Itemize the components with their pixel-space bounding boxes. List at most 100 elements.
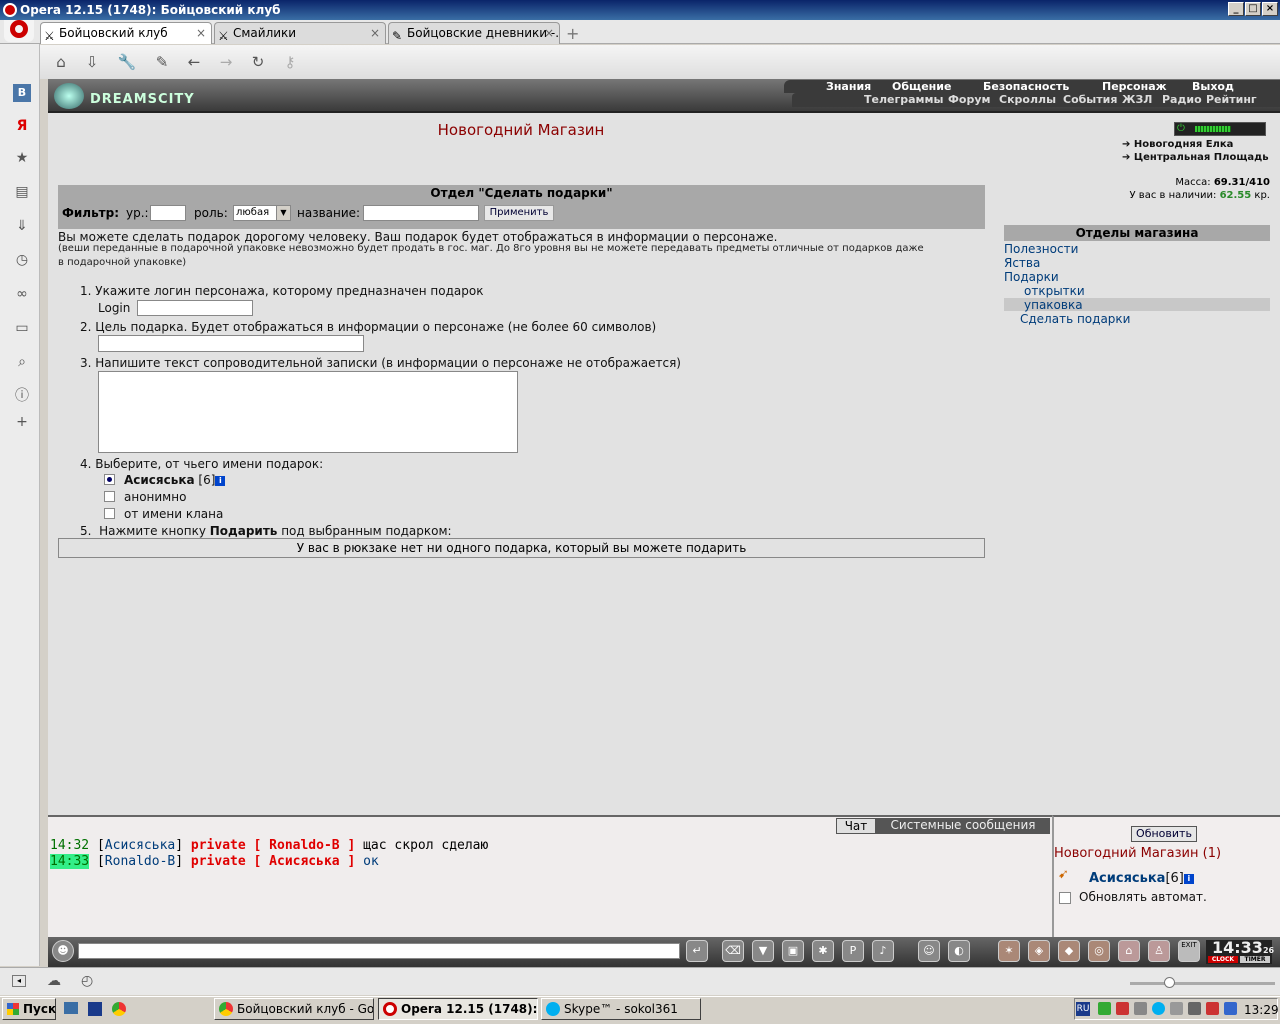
role-select[interactable]: любая ▼ <box>233 205 291 221</box>
people-icon[interactable]: ♙ <box>1148 940 1170 962</box>
antivirus-icon[interactable] <box>1206 1002 1219 1015</box>
chat-private-tag[interactable]: private [ Асисяська ] <box>191 854 355 869</box>
info-icon[interactable]: i <box>1183 873 1194 884</box>
room-user-name[interactable]: Асисяська <box>1089 871 1165 886</box>
dept-make-gifts[interactable]: Сделать подарки <box>1020 312 1130 326</box>
taskbar-opera[interactable]: Opera 12.15 (1748): Б... <box>378 998 538 1020</box>
dept-packaging[interactable]: упаковка <box>1024 298 1083 312</box>
sender-clan-radio[interactable] <box>104 508 115 519</box>
maximize-button[interactable]: □ <box>1245 2 1261 16</box>
desktop-icon[interactable] <box>64 1002 78 1014</box>
save-icon[interactable]: ▣ <box>782 940 804 962</box>
sender-self-radio[interactable] <box>104 474 115 485</box>
search-icon[interactable]: ⌕ <box>13 353 31 371</box>
bookmarks-star-icon[interactable]: ★ <box>13 149 31 167</box>
notes-icon[interactable]: ▤ <box>13 183 31 201</box>
key-icon[interactable]: ⚷ <box>280 52 300 72</box>
opera-menu-button[interactable] <box>4 20 34 42</box>
smiley-icon[interactable]: ☺ <box>918 940 940 962</box>
submenu-rating[interactable]: Рейтинг <box>1206 93 1257 106</box>
turbo-cloud-icon[interactable]: ☁ <box>47 973 61 989</box>
menu-character[interactable]: Персонаж <box>1102 80 1167 93</box>
info-icon[interactable]: i <box>215 475 226 486</box>
close-button[interactable]: × <box>1262 2 1278 16</box>
dept-cards[interactable]: открытки <box>1024 284 1085 298</box>
exit-icon[interactable]: EXIT <box>1178 940 1200 962</box>
chat-private-tag[interactable]: private [ Ronaldo-B ] <box>191 838 355 853</box>
name-input[interactable] <box>363 205 479 221</box>
add-panel-icon[interactable]: + <box>13 413 31 431</box>
wrench-icon[interactable]: 🔧 <box>117 52 137 72</box>
helmet-icon[interactable]: ◐ <box>948 940 970 962</box>
minimize-button[interactable]: _ <box>1228 2 1244 16</box>
start-button[interactable]: Пуск <box>2 998 56 1020</box>
login-input[interactable] <box>137 300 253 316</box>
music-icon[interactable]: ♪ <box>872 940 894 962</box>
tab-fight-club[interactable]: ⚔ Бойцовский клуб × <box>40 22 212 44</box>
submenu-events[interactable]: События <box>1063 93 1117 106</box>
yandex-icon[interactable]: Я <box>13 117 31 135</box>
chat-nick[interactable]: Ronaldo-B <box>105 854 175 869</box>
network-icon[interactable] <box>1098 1002 1111 1015</box>
vk-icon[interactable]: В <box>13 84 31 102</box>
bag-icon[interactable]: ◈ <box>1028 940 1050 962</box>
dept-useful[interactable]: Полезности <box>1004 242 1078 256</box>
new-tab-button[interactable]: + <box>566 24 579 43</box>
tab-system-messages[interactable]: Системные сообщения <box>876 818 1050 834</box>
chrome-icon[interactable] <box>112 1002 126 1016</box>
fighter-icon[interactable]: ✱ <box>812 940 834 962</box>
dept-gifts[interactable]: Подарки <box>1004 270 1059 284</box>
send-enter-icon[interactable]: ↵ <box>686 940 708 962</box>
dept-food[interactable]: Яства <box>1004 256 1040 270</box>
menu-security[interactable]: Безопасность <box>983 80 1069 93</box>
panel-toggle-icon[interactable]: ◂ <box>12 975 26 987</box>
speed-dial-icon[interactable]: ◴ <box>81 973 93 989</box>
close-tab-icon[interactable]: × <box>370 23 380 43</box>
tab-diaries[interactable]: ✎ Бойцовские дневники -... × <box>388 22 560 44</box>
history-icon[interactable]: ◷ <box>13 251 31 269</box>
apply-filter-button[interactable]: Применить <box>484 205 554 221</box>
level-input[interactable] <box>150 205 186 221</box>
location-link-square[interactable]: ➔ Центральная Площадь <box>1122 152 1269 163</box>
location-link-tree[interactable]: ➔ Новогодняя Елка <box>1122 139 1233 150</box>
forward-icon[interactable]: → <box>216 52 236 72</box>
zoom-slider[interactable] <box>1130 982 1275 985</box>
monitor-icon[interactable] <box>1224 1002 1237 1015</box>
download-icon[interactable]: ⇩ <box>82 52 102 72</box>
eraser-icon[interactable]: ⌫ <box>722 940 744 962</box>
usb-icon[interactable] <box>1134 1002 1147 1015</box>
auto-refresh-checkbox[interactable] <box>1059 892 1071 904</box>
adobe-icon[interactable] <box>1116 1002 1129 1015</box>
close-tab-icon[interactable]: × <box>196 23 206 43</box>
pen-icon[interactable]: ✎ <box>152 52 172 72</box>
floppy-icon[interactable] <box>88 1002 102 1016</box>
language-indicator[interactable]: RU <box>1076 1002 1090 1016</box>
downloads-icon[interactable]: ⇓ <box>13 217 31 235</box>
submenu-radio[interactable]: Радио <box>1162 93 1202 106</box>
submenu-forum[interactable]: Форум <box>948 93 991 106</box>
volume-icon[interactable] <box>1188 1002 1201 1015</box>
house-icon[interactable]: ⌂ <box>1118 940 1140 962</box>
close-tab-icon[interactable]: × <box>544 23 554 43</box>
tab-chat[interactable]: Чат <box>836 818 876 834</box>
head-icon[interactable]: ☻ <box>52 940 74 962</box>
game-clock[interactable]: 14:3326 CLOCK TIMER <box>1206 940 1274 964</box>
home-icon[interactable]: ⌂ <box>51 52 71 72</box>
submenu-zhzl[interactable]: ЖЗЛ <box>1122 93 1152 106</box>
sender-anon-radio[interactable] <box>104 491 115 502</box>
zoom-slider-knob[interactable] <box>1164 977 1175 988</box>
pl-icon[interactable]: P <box>842 940 864 962</box>
dreamscity-logo[interactable]: DREAMSCITY <box>52 81 202 111</box>
whisper-arrow-icon[interactable]: ➹ <box>1058 867 1069 882</box>
chat-nick[interactable]: Асисяська <box>105 838 175 853</box>
menu-knowledge[interactable]: Знания <box>826 80 871 93</box>
skype-tray-icon[interactable] <box>1152 1002 1165 1015</box>
taskbar-chrome[interactable]: Бойцовский клуб - Goo... <box>214 998 374 1020</box>
gift-purpose-input[interactable] <box>98 335 364 352</box>
note-textarea[interactable] <box>98 371 518 453</box>
menu-communication[interactable]: Общение <box>892 80 951 93</box>
submenu-telegrams[interactable]: Телеграммы <box>864 93 943 106</box>
menu-exit[interactable]: Выход <box>1192 80 1234 93</box>
treasure-icon[interactable]: ◆ <box>1058 940 1080 962</box>
refresh-button[interactable]: Обновить <box>1131 826 1197 842</box>
